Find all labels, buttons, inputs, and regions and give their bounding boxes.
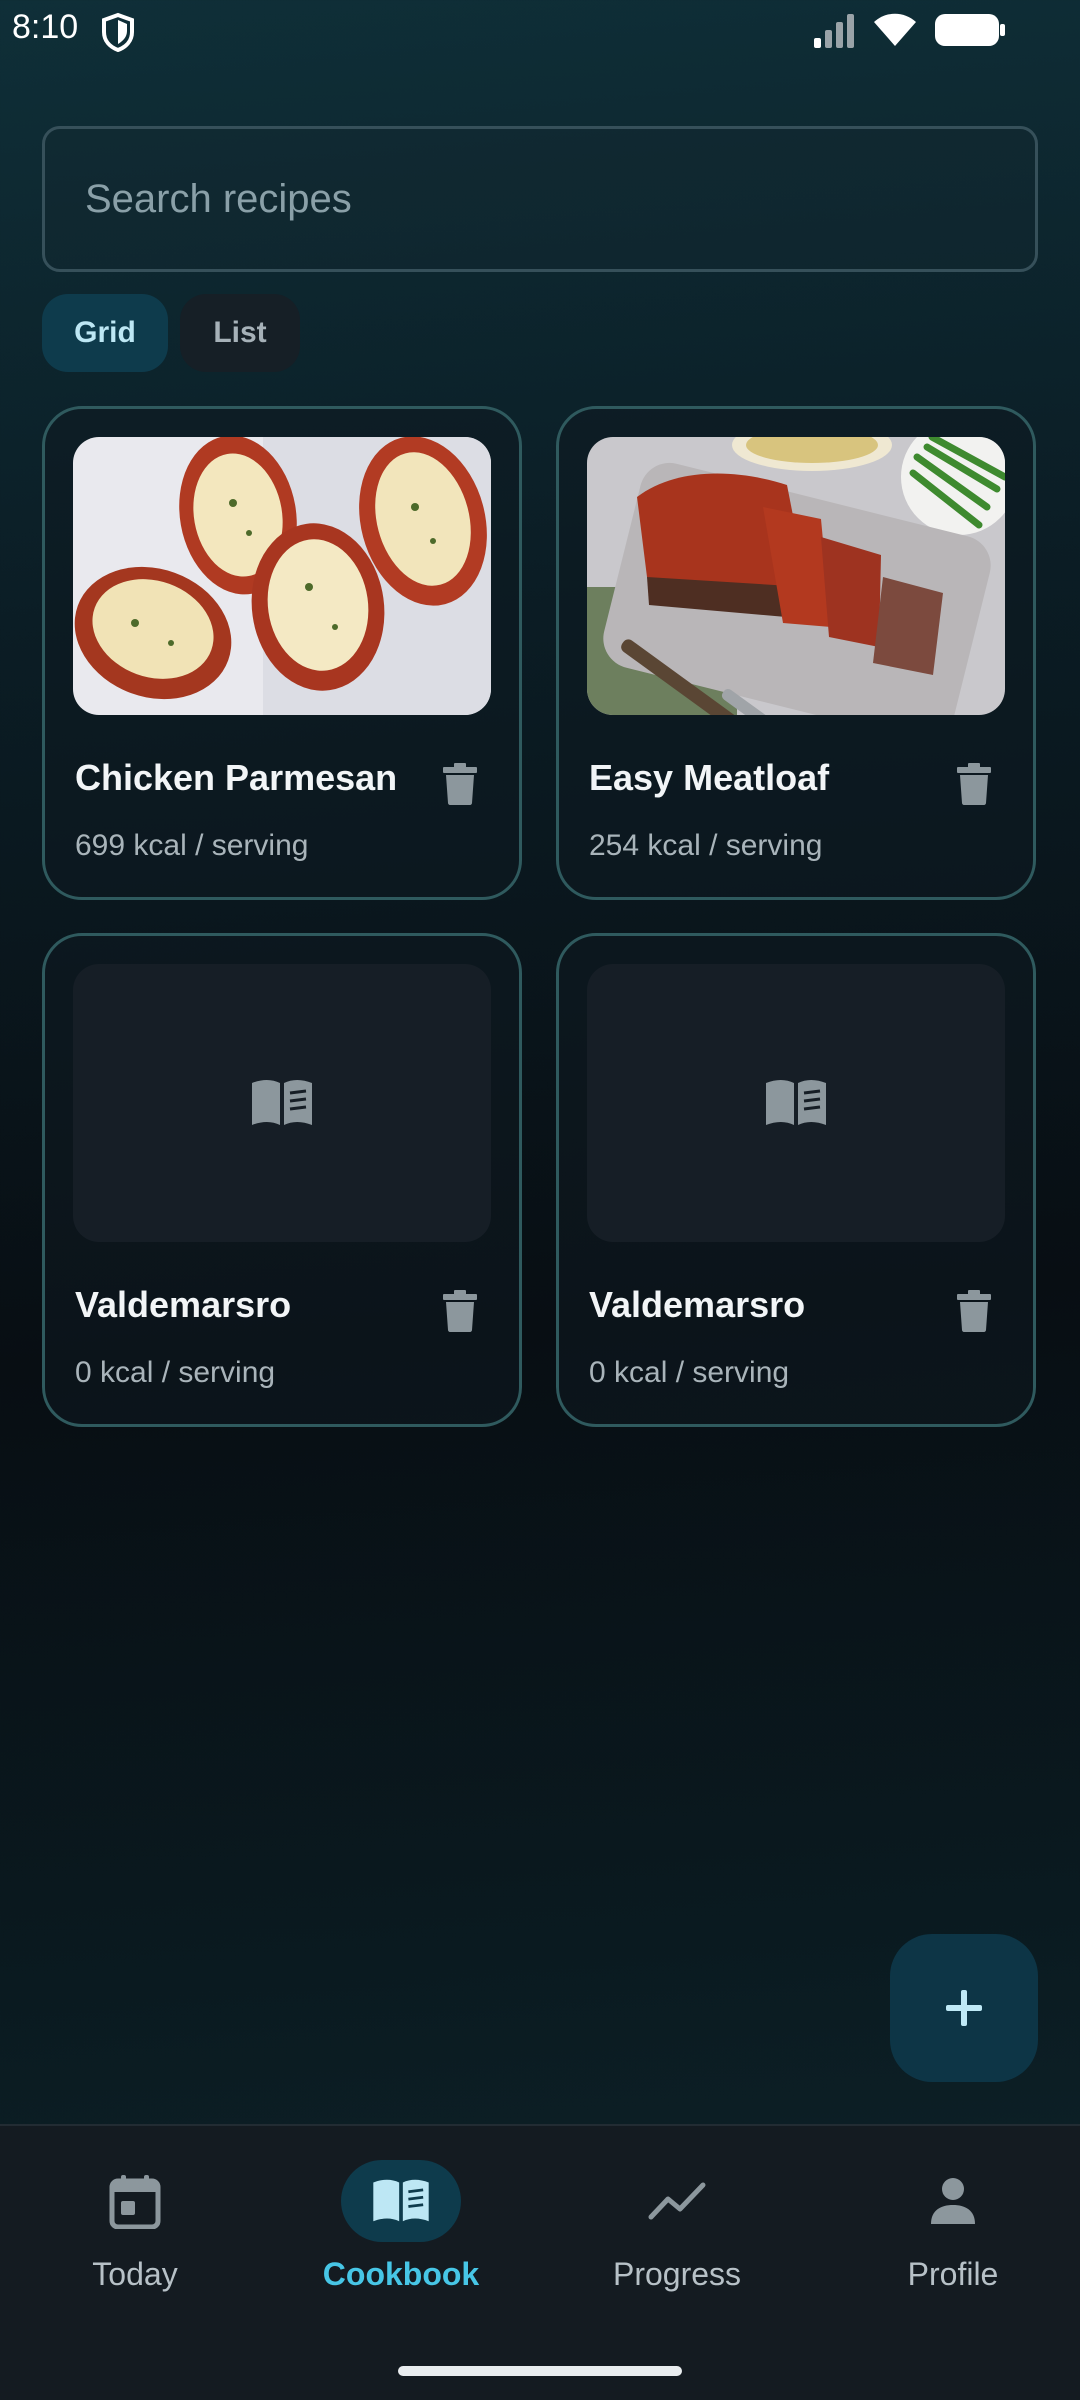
meatloaf-photo xyxy=(587,437,1005,715)
bottom-nav: Today Cookbook Progress Profile xyxy=(0,2124,1080,2400)
trash-icon[interactable] xyxy=(957,1290,991,1332)
recipe-title: Valdemarsro xyxy=(75,1284,292,1325)
image-placeholder xyxy=(73,964,491,1242)
trash-icon[interactable] xyxy=(443,763,477,805)
nav-label: Profile xyxy=(907,2256,999,2292)
recipe-title: Easy Meatloaf xyxy=(589,757,830,798)
trash-icon[interactable] xyxy=(443,1290,477,1332)
recipe-kcal: 254 kcal / serving xyxy=(589,829,823,862)
book-icon xyxy=(373,2179,429,2222)
shield-icon xyxy=(102,12,134,52)
recipe-card[interactable]: Valdemarsro 0 kcal / serving xyxy=(42,933,522,1427)
recipe-title: Valdemarsro xyxy=(589,1284,806,1325)
battery-icon xyxy=(935,14,1005,46)
nav-icon-container xyxy=(893,2160,1013,2242)
add-recipe-button[interactable] xyxy=(890,1934,1038,2082)
plus-icon xyxy=(946,1990,982,2026)
trash-icon[interactable] xyxy=(957,763,991,805)
chicken-parmesan-photo xyxy=(73,437,491,715)
trend-icon xyxy=(648,2182,706,2220)
person-icon xyxy=(931,2178,975,2224)
recipe-card[interactable]: Easy Meatloaf 254 kcal / serving xyxy=(556,406,1036,900)
grid-view-button[interactable]: Grid xyxy=(42,294,168,372)
book-icon xyxy=(766,1080,826,1125)
search-box xyxy=(42,126,1038,272)
nav-item-cookbook[interactable]: Cookbook xyxy=(266,2126,536,2366)
status-bar: 8:10 xyxy=(0,0,1080,64)
nav-icon-container xyxy=(341,2160,461,2242)
nav-icon-container xyxy=(75,2160,195,2242)
nav-item-progress[interactable]: Progress xyxy=(542,2126,812,2366)
home-indicator[interactable] xyxy=(398,2366,682,2376)
image-placeholder xyxy=(587,964,1005,1242)
search-input[interactable] xyxy=(85,129,995,269)
list-view-button[interactable]: List xyxy=(180,294,300,372)
signal-icon xyxy=(814,14,854,48)
nav-item-profile[interactable]: Profile xyxy=(818,2126,1080,2366)
recipe-card[interactable]: Valdemarsro 0 kcal / serving xyxy=(556,933,1036,1427)
recipe-kcal: 0 kcal / serving xyxy=(75,1356,276,1389)
nav-label: Cookbook xyxy=(322,2256,480,2292)
nav-label: Today xyxy=(92,2256,178,2292)
recipe-title: Chicken Parmesan xyxy=(75,757,398,798)
recipe-kcal: 699 kcal / serving xyxy=(75,829,309,862)
nav-label: Progress xyxy=(612,2256,742,2292)
book-icon xyxy=(252,1080,312,1125)
calendar-icon xyxy=(109,2175,161,2229)
nav-item-today[interactable]: Today xyxy=(0,2126,270,2366)
wifi-icon xyxy=(874,13,916,46)
status-time: 8:10 xyxy=(12,8,79,46)
nav-icon-container xyxy=(617,2160,737,2242)
recipe-kcal: 0 kcal / serving xyxy=(589,1356,790,1389)
recipe-card[interactable]: Chicken Parmesan 699 kcal / serving xyxy=(42,406,522,900)
